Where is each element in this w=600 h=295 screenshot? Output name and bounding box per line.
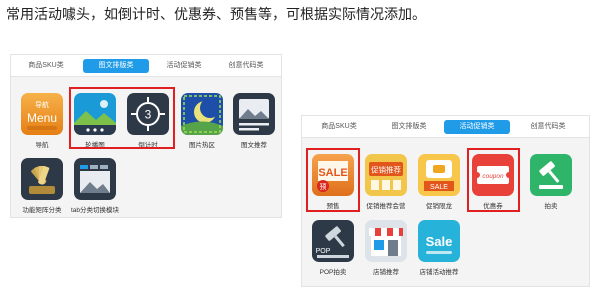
tab-bar: 商品SKU类 图文排版类 活动促销类 创意代码类 bbox=[302, 116, 589, 138]
tab-creative[interactable]: 创意代码类 bbox=[221, 59, 271, 73]
tile-label: 促销推荐会营 bbox=[366, 203, 406, 210]
shop-activity-icon: Sale bbox=[418, 220, 460, 262]
menu-icon: 导航 Menu bbox=[21, 93, 63, 135]
menu-icon-cn: 导航 bbox=[35, 100, 49, 109]
shop-sale-text: Sale bbox=[426, 234, 453, 249]
limited-sale-icon: SALE bbox=[418, 154, 460, 196]
tab-layout[interactable]: 图文排版类 bbox=[83, 59, 149, 73]
tile-label: 店铺活动推荐 bbox=[419, 269, 459, 276]
tile-label: POP拍卖 bbox=[319, 269, 347, 276]
pop-auction-icon: POP bbox=[312, 220, 354, 262]
tile-label: 优惠券 bbox=[483, 203, 503, 210]
tile-label: 轮播图 bbox=[85, 142, 105, 149]
promo-recommend-icon: 促销推荐 bbox=[365, 154, 407, 196]
countdown-icon: 3 bbox=[127, 93, 169, 135]
tile-label: 图文推荐 bbox=[241, 142, 267, 149]
sale-text: SALE bbox=[318, 167, 347, 179]
tile-label: 店铺推荐 bbox=[373, 269, 399, 276]
tile-label: 功能矩阵分类 bbox=[22, 207, 62, 214]
menu-icon-en: Menu bbox=[27, 111, 57, 125]
shop-recommend-icon bbox=[365, 220, 407, 262]
tile-label: 图片热区 bbox=[189, 142, 215, 149]
auction-icon bbox=[530, 154, 572, 196]
presale-badge: 预 bbox=[320, 182, 327, 191]
tile-label: 促销限龙 bbox=[426, 203, 452, 210]
hotspot-icon bbox=[181, 93, 223, 135]
tile-label: 导航 bbox=[35, 142, 49, 149]
matrix-icon bbox=[21, 158, 63, 200]
tab-promo[interactable]: 活动促销类 bbox=[444, 120, 510, 134]
tile-label: 预售 bbox=[326, 203, 340, 210]
tile-label: tab分类切换模块 bbox=[70, 207, 120, 214]
component-panel-promo: 商品SKU类 图文排版类 活动促销类 创意代码类 SALE 预 预售 促销推荐 bbox=[301, 115, 590, 287]
coupon-text: coupon bbox=[482, 173, 504, 180]
promo-text: 促销推荐 bbox=[371, 165, 401, 175]
limited-sale-text: SALE bbox=[430, 184, 448, 191]
tab-bar: 商品SKU类 图文排版类 活动促销类 创意代码类 bbox=[11, 55, 281, 77]
tab-creative[interactable]: 创意代码类 bbox=[522, 120, 574, 134]
carousel-icon bbox=[74, 93, 116, 135]
tab-sku[interactable]: 商品SKU类 bbox=[316, 120, 362, 134]
component-panel-layout: 商品SKU类 图文排版类 活动促销类 创意代码类 导航 Menu 导航 轮播图 … bbox=[10, 54, 282, 218]
tab-layout[interactable]: 图文排版类 bbox=[384, 120, 434, 134]
coupon-icon: coupon bbox=[472, 154, 514, 196]
tile-label: 拍卖 bbox=[544, 203, 558, 210]
image-text-icon bbox=[233, 93, 275, 135]
tab-sku[interactable]: 商品SKU类 bbox=[25, 59, 67, 73]
tab-switch-icon bbox=[74, 158, 116, 200]
pop-text: POP bbox=[316, 248, 331, 255]
tab-promo[interactable]: 活动促销类 bbox=[159, 59, 209, 73]
presale-icon: SALE 预 bbox=[312, 154, 354, 196]
tile-label: 倒计时 bbox=[138, 142, 158, 149]
countdown-digit: 3 bbox=[145, 108, 152, 122]
page-heading: 常用活动噱头，如倒计时、优惠券、预售等，可根据实际情况添加。 bbox=[6, 6, 426, 22]
